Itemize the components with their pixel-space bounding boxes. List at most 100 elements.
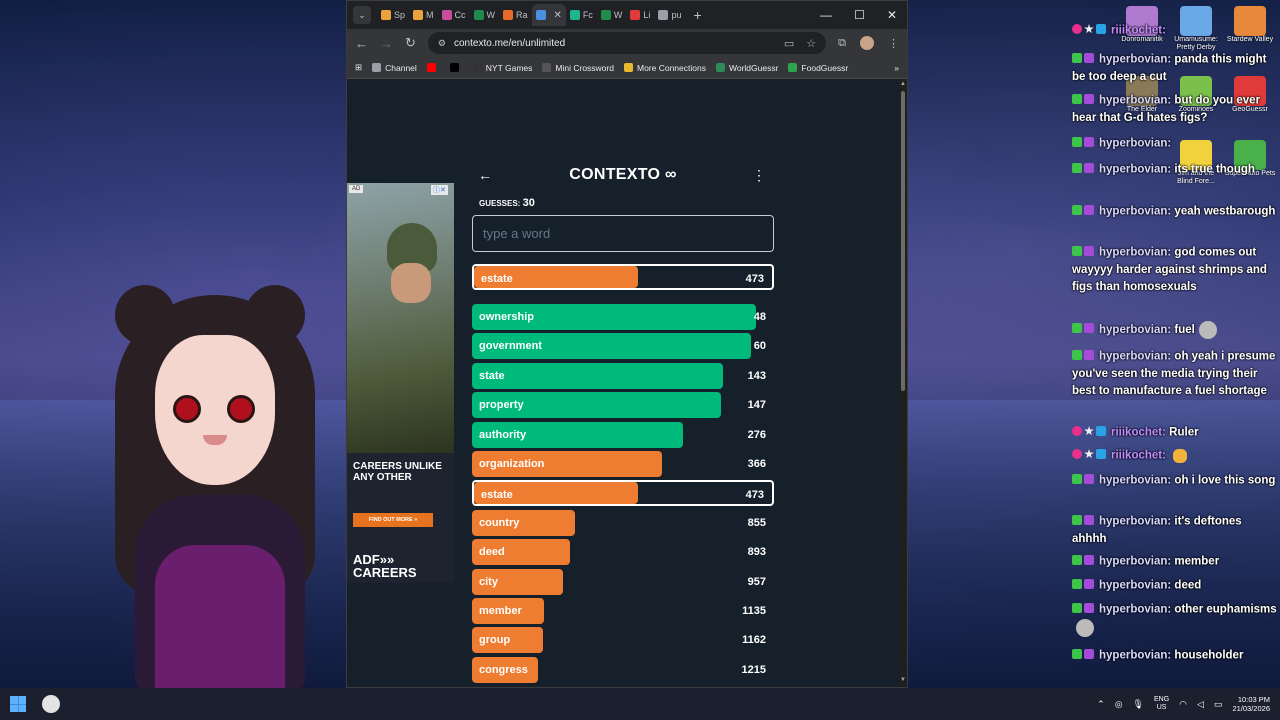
page-scrollbar[interactable]: ▲ ▼	[899, 79, 907, 687]
word-input-box[interactable]	[472, 215, 774, 252]
back-arrow-icon[interactable]: ←	[478, 167, 492, 183]
bookmark-item[interactable]	[426, 63, 440, 72]
scroll-up-icon[interactable]: ▲	[899, 81, 907, 89]
chat-message: hyperbovian: panda this might be too dee…	[1072, 51, 1278, 86]
guess-row: member 1135	[472, 597, 774, 624]
shield-icon[interactable]: ◎	[1115, 699, 1123, 710]
reload-icon[interactable]: ↻	[405, 35, 416, 51]
guess-distance: 957	[747, 575, 766, 588]
advertisement[interactable]: AD ⓘ✕ CAREERS UNLIKE ANY OTHER FIND OUT …	[347, 183, 454, 583]
scroll-down-icon[interactable]: ▼	[899, 677, 907, 685]
chat-message: hyperbovian: other euphamisms	[1072, 601, 1278, 637]
sub-badge-icon	[1084, 246, 1094, 256]
browser-tab[interactable]: W	[597, 4, 627, 26]
forward-icon[interactable]: →	[380, 36, 393, 51]
clock[interactable]: 10:03 PM 21/03/2026	[1232, 695, 1270, 713]
tab-label: W	[613, 10, 623, 20]
ad-cta-button[interactable]: FIND OUT MORE »	[353, 513, 433, 527]
minimize-icon[interactable]: —	[820, 8, 832, 22]
guess-distance: 143	[747, 369, 766, 382]
guess-row: state 143	[472, 362, 774, 389]
tab-favicon-icon	[503, 10, 514, 20]
browser-tab[interactable]: Cc	[438, 4, 470, 26]
chat-username: riiikochet:	[1111, 449, 1166, 462]
tab-favicon-icon	[658, 10, 669, 20]
bookmark-favicon-icon	[788, 63, 798, 72]
chat-badges	[1072, 92, 1096, 109]
chrome-taskbar-icon[interactable]	[42, 695, 60, 713]
bookmark-item[interactable]: Channel	[372, 63, 417, 73]
extensions-icon[interactable]: ⧉	[838, 37, 846, 50]
browser-menu-icon[interactable]: ⋮	[888, 37, 899, 50]
sub-badge-icon	[1084, 579, 1094, 589]
check-badge-icon	[1072, 323, 1082, 334]
bookmark-item[interactable]: FoodGuessr	[788, 63, 848, 73]
guess-distance: 1135	[742, 604, 766, 617]
close-window-icon[interactable]: ✕	[887, 8, 897, 22]
browser-tab[interactable]: W	[470, 4, 500, 26]
microphone-icon[interactable]: 🎙	[1133, 699, 1144, 710]
battery-icon[interactable]: ▭	[1214, 699, 1223, 710]
tab-search-icon[interactable]: ⌄	[353, 6, 371, 24]
url-text: contexto.me/en/unlimited	[453, 37, 566, 49]
check-badge-icon	[1072, 474, 1082, 484]
heart-badge-icon	[1072, 24, 1082, 34]
guesses-count: 30	[522, 197, 535, 209]
game-title: CONTEXTO ∞	[569, 166, 677, 183]
guess-word: estate	[481, 489, 513, 502]
bookmark-item[interactable]: Mini Crossword	[542, 63, 614, 73]
cast-icon[interactable]: ▭	[784, 37, 794, 50]
scroll-thumb[interactable]	[901, 91, 905, 391]
word-input[interactable]	[483, 226, 763, 241]
browser-tab[interactable]: Ra	[499, 4, 532, 26]
volume-icon[interactable]: ◁	[1197, 699, 1204, 710]
kebab-menu-icon[interactable]: ⋮	[752, 167, 766, 184]
browser-tab[interactable]: Sp	[377, 4, 409, 26]
apps-grid-icon[interactable]: ⊞	[355, 62, 362, 73]
check-badge-icon	[1072, 649, 1082, 659]
system-tray: ⌃ ◎ 🎙 ENG US ◠ ◁ ▭ 10:03 PM 21/03/2026	[1097, 695, 1270, 713]
guess-word: organization	[479, 457, 545, 470]
guess-row: authority 276	[472, 421, 774, 448]
chat-username: hyperbovian:	[1099, 137, 1172, 150]
face-emote-icon	[1198, 321, 1217, 339]
chat-username: hyperbovian:	[1099, 246, 1172, 259]
browser-tab[interactable]: Li	[626, 4, 654, 26]
wifi-icon[interactable]: ◠	[1179, 699, 1187, 710]
tab-favicon-icon	[441, 10, 452, 20]
profile-avatar[interactable]	[860, 36, 874, 50]
chat-text: other euphamisms	[1174, 603, 1277, 616]
browser-tab[interactable]: ✕	[531, 4, 566, 26]
browser-tab[interactable]: pu	[654, 4, 685, 26]
address-bar[interactable]: ⚙ contexto.me/en/unlimited ▭ ☆	[427, 32, 827, 54]
guess-row: government 60	[472, 333, 774, 360]
region-label: US	[1156, 704, 1167, 711]
start-button-icon[interactable]	[10, 696, 26, 712]
bookmark-item[interactable]: NYT Games	[472, 63, 532, 73]
new-tab-icon[interactable]: +	[693, 7, 701, 23]
tray-overflow-icon[interactable]: ⌃	[1097, 699, 1105, 710]
bookmark-item[interactable]	[449, 63, 463, 72]
chat-username: hyperbovian:	[1099, 649, 1172, 662]
browser-tab[interactable]: M	[409, 4, 438, 26]
chat-badges	[1072, 51, 1096, 68]
back-icon[interactable]: ←	[355, 36, 368, 51]
tab-close-icon[interactable]: ✕	[554, 10, 562, 21]
sub-badge-icon	[1084, 474, 1094, 484]
bookmark-item[interactable]: More Connections	[623, 63, 706, 73]
site-info-icon[interactable]: ⚙	[438, 38, 446, 49]
guess-list: ownership 48 government 60 state 143 property 1…	[472, 304, 774, 683]
check-badge-icon	[1072, 350, 1082, 360]
chat-username: hyperbovian:	[1099, 474, 1172, 487]
bookmarks-overflow-icon[interactable]: »	[894, 63, 899, 73]
chat-username: riiikochet:	[1111, 24, 1166, 37]
bookmark-item[interactable]: WorldGuessr	[715, 63, 778, 73]
chat-username: hyperbovian:	[1099, 324, 1172, 337]
tab-favicon-icon	[630, 10, 641, 20]
maximize-icon[interactable]: ☐	[854, 8, 865, 22]
browser-tab[interactable]: Fc	[566, 4, 597, 26]
bookmark-star-icon[interactable]: ☆	[806, 37, 816, 50]
language-indicator[interactable]: ENG US	[1154, 696, 1169, 712]
ad-close-icon[interactable]: ⓘ✕	[431, 185, 448, 195]
ad-photo	[347, 183, 454, 453]
